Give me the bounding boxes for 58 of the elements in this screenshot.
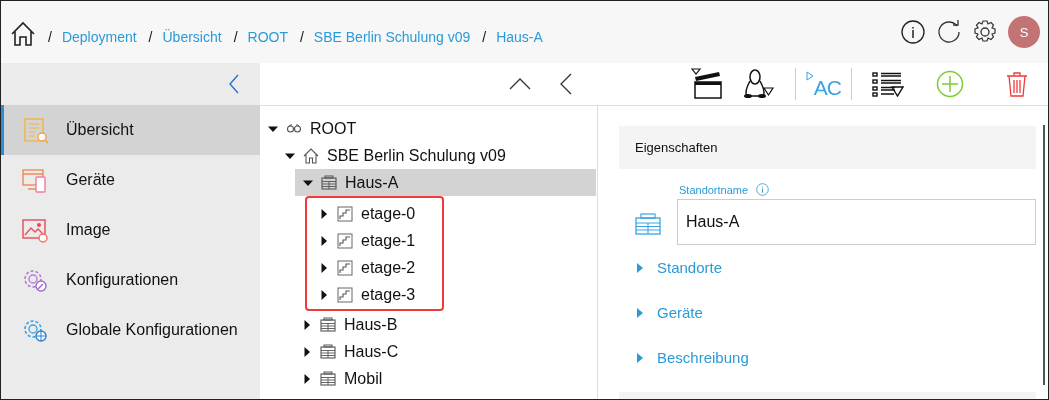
chevron-left-icon[interactable] bbox=[560, 73, 572, 95]
field-label: Standortname bbox=[679, 183, 749, 196]
section-header: Eigenschaften bbox=[619, 126, 1036, 169]
caret-right-icon[interactable] bbox=[302, 319, 312, 330]
breadcrumb-separator: / bbox=[233, 29, 238, 45]
sidebar-item[interactable]: Geräte bbox=[1, 155, 260, 205]
breadcrumb-separator: / bbox=[482, 29, 487, 45]
info-icon[interactable] bbox=[900, 19, 926, 45]
tree-node[interactable]: ROOT bbox=[260, 115, 597, 142]
refresh-icon[interactable] bbox=[936, 19, 962, 45]
image-icon bbox=[21, 216, 49, 244]
breadcrumb-separator: / bbox=[48, 29, 52, 45]
settings-icon[interactable] bbox=[972, 19, 998, 45]
tree-node[interactable]: etage-0 bbox=[260, 200, 597, 227]
delete-icon[interactable] bbox=[1006, 71, 1028, 97]
sidebar-item[interactable]: Globale Konfigurationen bbox=[1, 305, 260, 355]
caret-right-icon bbox=[635, 261, 645, 274]
caret-right-icon[interactable] bbox=[319, 262, 329, 273]
tree-node[interactable]: etage-1 bbox=[260, 227, 597, 254]
caret-right-icon[interactable] bbox=[302, 346, 312, 357]
caret-right-icon bbox=[635, 351, 645, 364]
building-icon bbox=[320, 316, 336, 333]
sidebar-item[interactable]: Konfigurationen bbox=[1, 255, 260, 305]
caret-right-icon[interactable] bbox=[319, 235, 329, 246]
building-icon bbox=[320, 370, 336, 387]
breadcrumb-separator: / bbox=[299, 29, 304, 45]
caret-right-icon[interactable] bbox=[319, 208, 329, 219]
clapperboard-icon[interactable] bbox=[690, 68, 723, 100]
document-search-icon bbox=[21, 116, 49, 144]
caret-right-icon bbox=[635, 306, 645, 319]
scrollbar[interactable] bbox=[1043, 125, 1045, 385]
tree-node[interactable]: etage-3 bbox=[260, 281, 597, 308]
tree-node[interactable]: Mobil bbox=[260, 365, 597, 392]
tree-node[interactable]: etage-2 bbox=[260, 254, 597, 281]
tree-node[interactable]: SBE Berlin Schulung v09 bbox=[260, 142, 597, 169]
home-icon[interactable] bbox=[10, 21, 36, 47]
house-icon bbox=[303, 147, 319, 164]
stairs-icon bbox=[337, 205, 353, 222]
stairs-icon bbox=[337, 232, 353, 249]
list-icon[interactable] bbox=[872, 71, 904, 97]
sidebar-item[interactable]: Übersicht bbox=[1, 105, 260, 155]
stairs-icon bbox=[337, 259, 353, 276]
caret-right-icon[interactable] bbox=[302, 373, 312, 384]
collapse-icon[interactable] bbox=[228, 73, 240, 95]
caret-right-icon[interactable] bbox=[319, 289, 329, 300]
breadcrumb-separator: / bbox=[148, 29, 153, 45]
input-field[interactable]: Haus-A bbox=[677, 199, 1036, 245]
tree-node[interactable]: Haus-A bbox=[295, 169, 596, 196]
play-icon bbox=[805, 71, 814, 81]
building-icon bbox=[321, 174, 337, 191]
chevron-up-icon[interactable] bbox=[509, 78, 531, 90]
devices-icon bbox=[21, 166, 49, 194]
building-icon bbox=[635, 213, 661, 235]
tree-node[interactable]: Haus-B bbox=[260, 311, 597, 338]
tree-node[interactable]: Haus-C bbox=[260, 338, 597, 365]
sidebar-item[interactable]: Image bbox=[1, 205, 260, 255]
building-icon bbox=[320, 343, 336, 360]
stairs-icon bbox=[337, 286, 353, 303]
